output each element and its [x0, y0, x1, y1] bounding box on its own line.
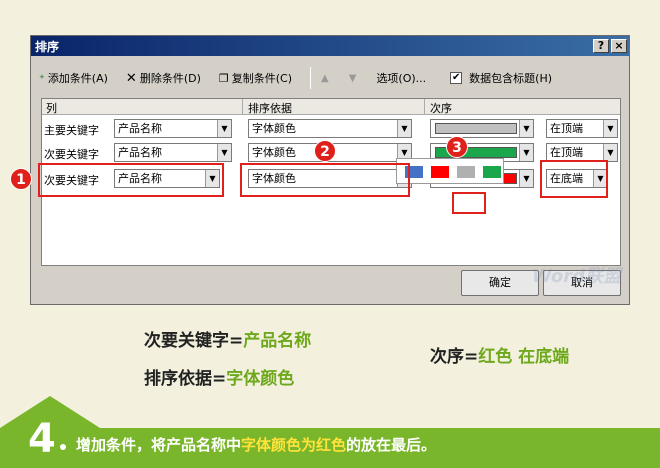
row-label: 次要关键字	[44, 148, 99, 161]
ok-button[interactable]: 确定	[461, 270, 539, 296]
grid-header: 列 排序依据 次序	[42, 99, 620, 115]
chevron-down-icon: ▼	[217, 120, 231, 137]
chevron-down-icon: ▼	[519, 170, 533, 187]
move-up-icon[interactable]: ▲	[321, 73, 329, 84]
header-order: 次序	[430, 102, 452, 115]
dialog-titlebar: 排序 ? ×	[31, 36, 629, 56]
row-label: 主要关键字	[44, 124, 99, 137]
chevron-down-icon: ▼	[217, 144, 231, 161]
header-sort-on: 排序依据	[248, 102, 292, 115]
copy-icon: ❐	[218, 71, 229, 85]
chevron-down-icon: ▼	[603, 144, 617, 161]
palette-color-red[interactable]	[431, 166, 449, 178]
highlight-sort-on	[240, 163, 410, 197]
highlight-red-color	[452, 192, 486, 214]
delete-condition-button[interactable]: ✕ 删除条件(D)	[126, 70, 201, 86]
color-swatch	[435, 123, 517, 134]
column-select[interactable]: 产品名称 ▼	[114, 119, 232, 138]
palette-color-gray[interactable]	[457, 166, 475, 178]
color-select[interactable]: ▼	[430, 119, 534, 138]
copy-condition-button[interactable]: ❐ 复制条件(C)	[219, 70, 292, 86]
step-badge-3: 3	[446, 136, 468, 158]
delete-icon: ✕	[125, 70, 137, 86]
color-palette	[396, 158, 504, 184]
footer-caption: 增加条件，将产品名称中字体颜色为红色的放在最后。	[76, 436, 437, 454]
sort-on-select[interactable]: 字体颜色▼	[248, 119, 412, 138]
dialog-title: 排序	[35, 39, 60, 54]
note-order: 次序=红色 在底端	[430, 347, 570, 367]
chevron-down-icon: ▼	[519, 144, 533, 161]
add-icon: ⁺	[39, 71, 45, 85]
highlight-column	[38, 163, 224, 197]
chevron-down-icon: ▼	[519, 120, 533, 137]
help-button[interactable]: ?	[593, 39, 609, 53]
watermark: Word联盟	[532, 266, 621, 287]
palette-color-green[interactable]	[483, 166, 501, 178]
condition-row[interactable]: 主要关键字 产品名称 ▼ 字体颜色 ▼ ▼ 在顶端 ▼	[42, 119, 620, 141]
checkbox-checked-icon: ✔	[450, 72, 463, 84]
toolbar-separator	[310, 67, 312, 89]
chevron-down-icon: ▼	[603, 120, 617, 137]
add-condition-button[interactable]: ⁺ 添加条件(A)	[39, 70, 108, 86]
column-select[interactable]: 产品名称 ▼	[114, 143, 232, 162]
chevron-down-icon: ▼	[397, 120, 411, 137]
header-column: 列	[46, 102, 57, 115]
options-button[interactable]: 选项(O)...	[376, 70, 426, 86]
move-down-icon[interactable]: ▼	[349, 73, 357, 84]
close-button[interactable]: ×	[611, 39, 627, 53]
note-sort-on: 排序依据=字体颜色	[144, 369, 295, 389]
step-dot	[60, 444, 66, 450]
position-select[interactable]: 在顶端 ▼	[546, 119, 618, 138]
highlight-position	[540, 160, 608, 198]
dialog-toolbar: ⁺ 添加条件(A) ✕ 删除条件(D) ❐ 复制条件(C) ▲ ▼ 选项(O).…	[39, 66, 621, 90]
step-number: 4	[28, 416, 56, 462]
has-header-checkbox[interactable]: ✔ 数据包含标题(H)	[450, 70, 552, 86]
step-badge-2: 2	[314, 140, 336, 162]
note-keyword: 次要关键字=产品名称	[144, 331, 312, 351]
step-badge-1: 1	[10, 168, 32, 190]
